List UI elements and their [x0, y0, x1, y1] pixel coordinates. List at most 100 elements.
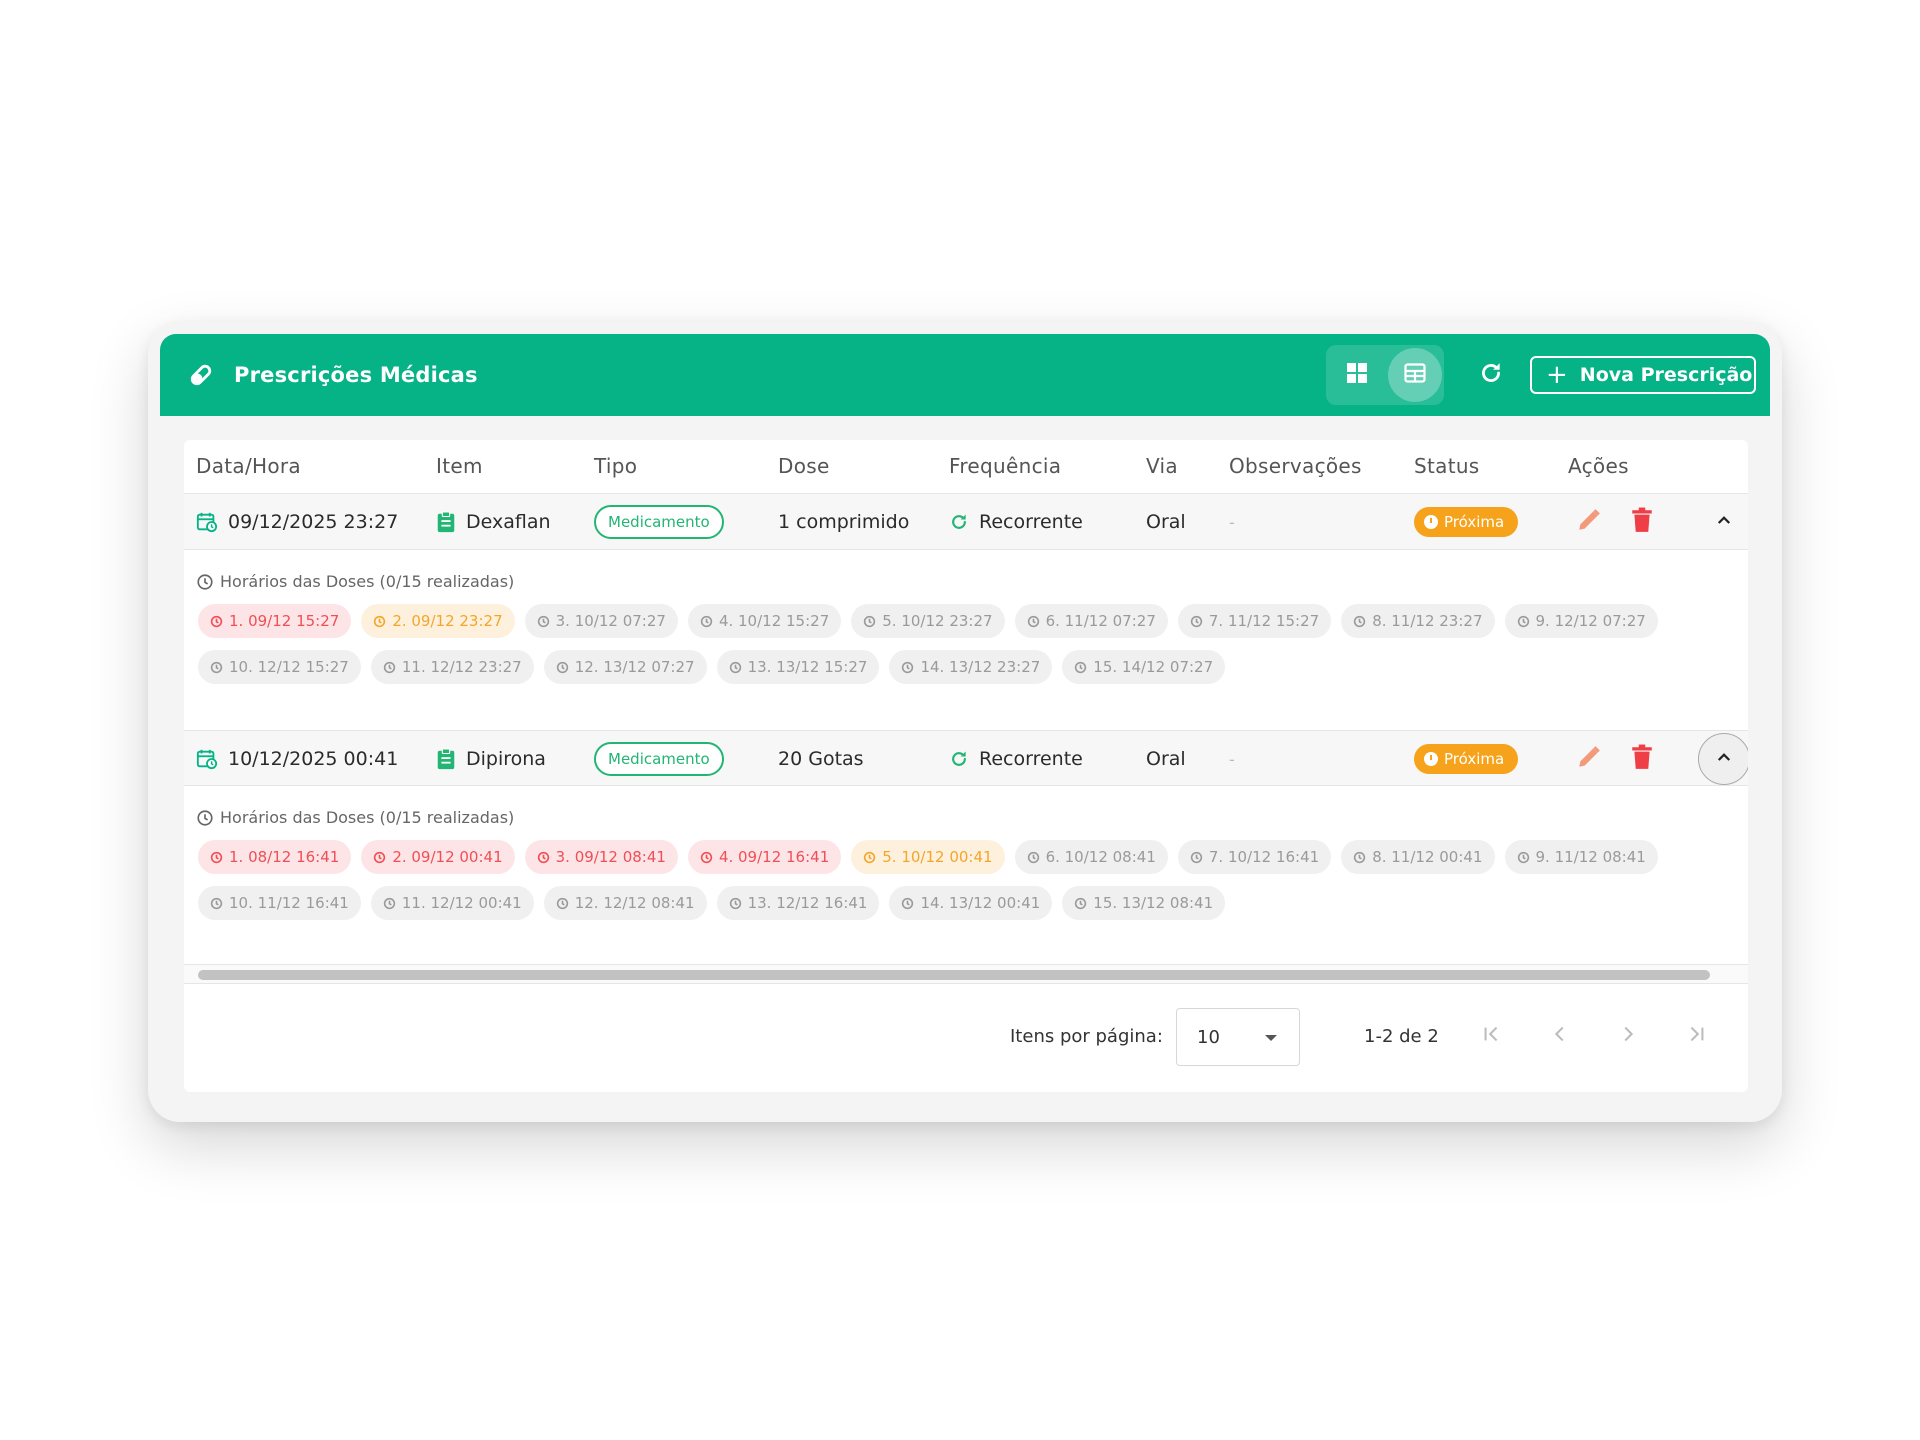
column-header-dose[interactable]: Dose — [778, 454, 830, 478]
item-value: Dexaflan — [466, 511, 551, 533]
next-page-button[interactable] — [1608, 1016, 1648, 1056]
clock-icon — [1517, 851, 1530, 864]
dose-chip[interactable]: 11. 12/12 00:41 — [370, 886, 534, 920]
edit-button[interactable] — [1576, 731, 1602, 787]
dose-chip[interactable]: 5. 10/12 23:27 — [851, 604, 1005, 638]
dose-chip[interactable]: 4. 10/12 15:27 — [687, 604, 842, 638]
dose-chip[interactable]: 12. 12/12 08:41 — [543, 886, 707, 920]
dose-chip-label: 13. 12/12 16:41 — [747, 894, 868, 912]
dose-chip[interactable]: 14. 13/12 00:41 — [889, 886, 1053, 920]
status-badge: Próxima — [1414, 507, 1519, 537]
observacoes-value: - — [1229, 749, 1235, 769]
grid-icon — [1345, 361, 1369, 389]
clock-icon — [1353, 615, 1366, 628]
dose-chip[interactable]: 7. 11/12 15:27 — [1177, 604, 1332, 638]
dose-schedule-label: Horários das Doses (0/15 realizadas) — [220, 808, 515, 827]
column-header-via[interactable]: Via — [1146, 454, 1178, 478]
collapse-row-button[interactable] — [1698, 733, 1748, 785]
cell-tipo: Medicamento — [594, 731, 724, 787]
cell-datetime: 09/12/2025 23:27 — [196, 494, 398, 550]
table-view-button[interactable] — [1388, 348, 1442, 402]
dose-chip[interactable]: 10. 11/12 16:41 — [198, 886, 361, 920]
column-header-datetime[interactable]: Data/Hora — [196, 454, 301, 478]
dose-chip[interactable]: 8. 11/12 00:41 — [1341, 840, 1495, 874]
dose-chip[interactable]: 6. 11/12 07:27 — [1014, 604, 1168, 638]
dose-chip-label: 12. 13/12 07:27 — [574, 658, 695, 676]
dose-schedule-label: Horários das Doses (0/15 realizadas) — [220, 572, 515, 591]
clock-icon — [1190, 615, 1203, 628]
dose-chip[interactable]: 2. 09/12 23:27 — [361, 604, 515, 638]
delete-button[interactable] — [1630, 731, 1654, 787]
clock-icon — [1424, 752, 1438, 766]
last-page-button[interactable] — [1676, 1016, 1716, 1056]
dose-chip-label: 5. 10/12 23:27 — [882, 612, 993, 630]
dose-chip[interactable]: 14. 13/12 23:27 — [889, 650, 1053, 684]
cell-status: Próxima — [1414, 494, 1519, 550]
dose-chip[interactable]: 6. 10/12 08:41 — [1014, 840, 1168, 874]
table-row[interactable]: 10/12/2025 00:41 Dipirona Medicamento 20… — [184, 730, 1748, 786]
clock-icon — [210, 897, 223, 910]
dose-chip[interactable]: 10. 12/12 15:27 — [198, 650, 361, 684]
refresh-button[interactable] — [1470, 354, 1512, 396]
dose-chip-label: 9. 12/12 07:27 — [1535, 612, 1646, 630]
clock-icon — [700, 851, 713, 864]
cell-frequencia: Recorrente — [949, 494, 1083, 550]
chevron-left-icon — [1549, 1023, 1571, 1049]
cell-datetime: 10/12/2025 00:41 — [196, 731, 398, 787]
clock-icon — [556, 661, 569, 674]
dose-chip[interactable]: 11. 12/12 23:27 — [370, 650, 534, 684]
dose-chip[interactable]: 13. 13/12 15:27 — [716, 650, 880, 684]
recurring-icon — [949, 749, 969, 769]
previous-page-button[interactable] — [1540, 1016, 1580, 1056]
first-page-button[interactable] — [1472, 1016, 1512, 1056]
dose-chip-row: 10. 12/12 15:27 11. 12/12 23:27 12. 13/1… — [198, 650, 1226, 684]
new-prescription-button[interactable]: + Nova Prescrição — [1530, 356, 1756, 394]
grid-view-button[interactable] — [1330, 348, 1384, 402]
column-header-observacoes[interactable]: Observações — [1229, 454, 1362, 478]
clock-icon — [1190, 851, 1203, 864]
clipboard-icon — [436, 511, 456, 533]
delete-button[interactable] — [1630, 494, 1654, 550]
dose-chip[interactable]: 1. 08/12 16:41 — [198, 840, 352, 874]
dose-chip[interactable]: 15. 13/12 08:41 — [1062, 886, 1226, 920]
column-header-tipo[interactable]: Tipo — [594, 454, 637, 478]
clock-icon — [1074, 897, 1087, 910]
dose-chip[interactable]: 9. 12/12 07:27 — [1504, 604, 1658, 638]
clock-icon — [383, 661, 396, 674]
dose-chip[interactable]: 8. 11/12 23:27 — [1341, 604, 1495, 638]
horizontal-scrollbar[interactable] — [184, 964, 1748, 984]
column-header-frequencia[interactable]: Frequência — [949, 454, 1061, 478]
row-detail: Horários das Doses (0/15 realizadas) 1. … — [184, 786, 1748, 964]
dose-chip-label: 4. 09/12 16:41 — [718, 848, 830, 866]
column-header-item[interactable]: Item — [436, 454, 483, 478]
table-row[interactable]: 09/12/2025 23:27 Dexaflan Medicamento 1 … — [184, 494, 1748, 550]
scrollbar-thumb[interactable] — [198, 970, 1710, 980]
chevron-up-icon — [1715, 511, 1733, 533]
dose-chip[interactable]: 7. 10/12 16:41 — [1177, 840, 1332, 874]
dose-chip[interactable]: 12. 13/12 07:27 — [543, 650, 707, 684]
items-per-page-select[interactable]: 10 — [1176, 1008, 1300, 1066]
column-header-status[interactable]: Status — [1414, 454, 1480, 478]
status-label: Próxima — [1444, 513, 1505, 531]
dose-chip[interactable]: 3. 09/12 08:41 — [524, 840, 678, 874]
dose-chip[interactable]: 1. 09/12 15:27 — [198, 604, 352, 638]
dose-chip[interactable]: 5. 10/12 00:41 — [851, 840, 1005, 874]
dose-chip[interactable]: 2. 09/12 00:41 — [361, 840, 515, 874]
dose-chip[interactable]: 3. 10/12 07:27 — [524, 604, 678, 638]
dose-chip[interactable]: 9. 11/12 08:41 — [1504, 840, 1658, 874]
edit-button[interactable] — [1576, 494, 1602, 550]
dose-chip[interactable]: 4. 09/12 16:41 — [687, 840, 842, 874]
type-badge: Medicamento — [594, 742, 724, 776]
via-value: Oral — [1146, 748, 1186, 770]
cell-status: Próxima — [1414, 731, 1519, 787]
prescriptions-card: Prescrições Médicas + Nova Prescrição Da… — [148, 322, 1782, 1122]
items-per-page-value: 10 — [1197, 1027, 1220, 1048]
clock-icon — [210, 851, 223, 864]
dose-chip[interactable]: 15. 14/12 07:27 — [1062, 650, 1226, 684]
clock-icon — [1424, 515, 1438, 529]
dose-chip-label: 11. 12/12 23:27 — [401, 658, 522, 676]
dose-chip-label: 13. 13/12 15:27 — [747, 658, 868, 676]
dose-chip[interactable]: 13. 12/12 16:41 — [716, 886, 880, 920]
cell-frequencia: Recorrente — [949, 731, 1083, 787]
collapse-row-button[interactable] — [1698, 496, 1748, 548]
